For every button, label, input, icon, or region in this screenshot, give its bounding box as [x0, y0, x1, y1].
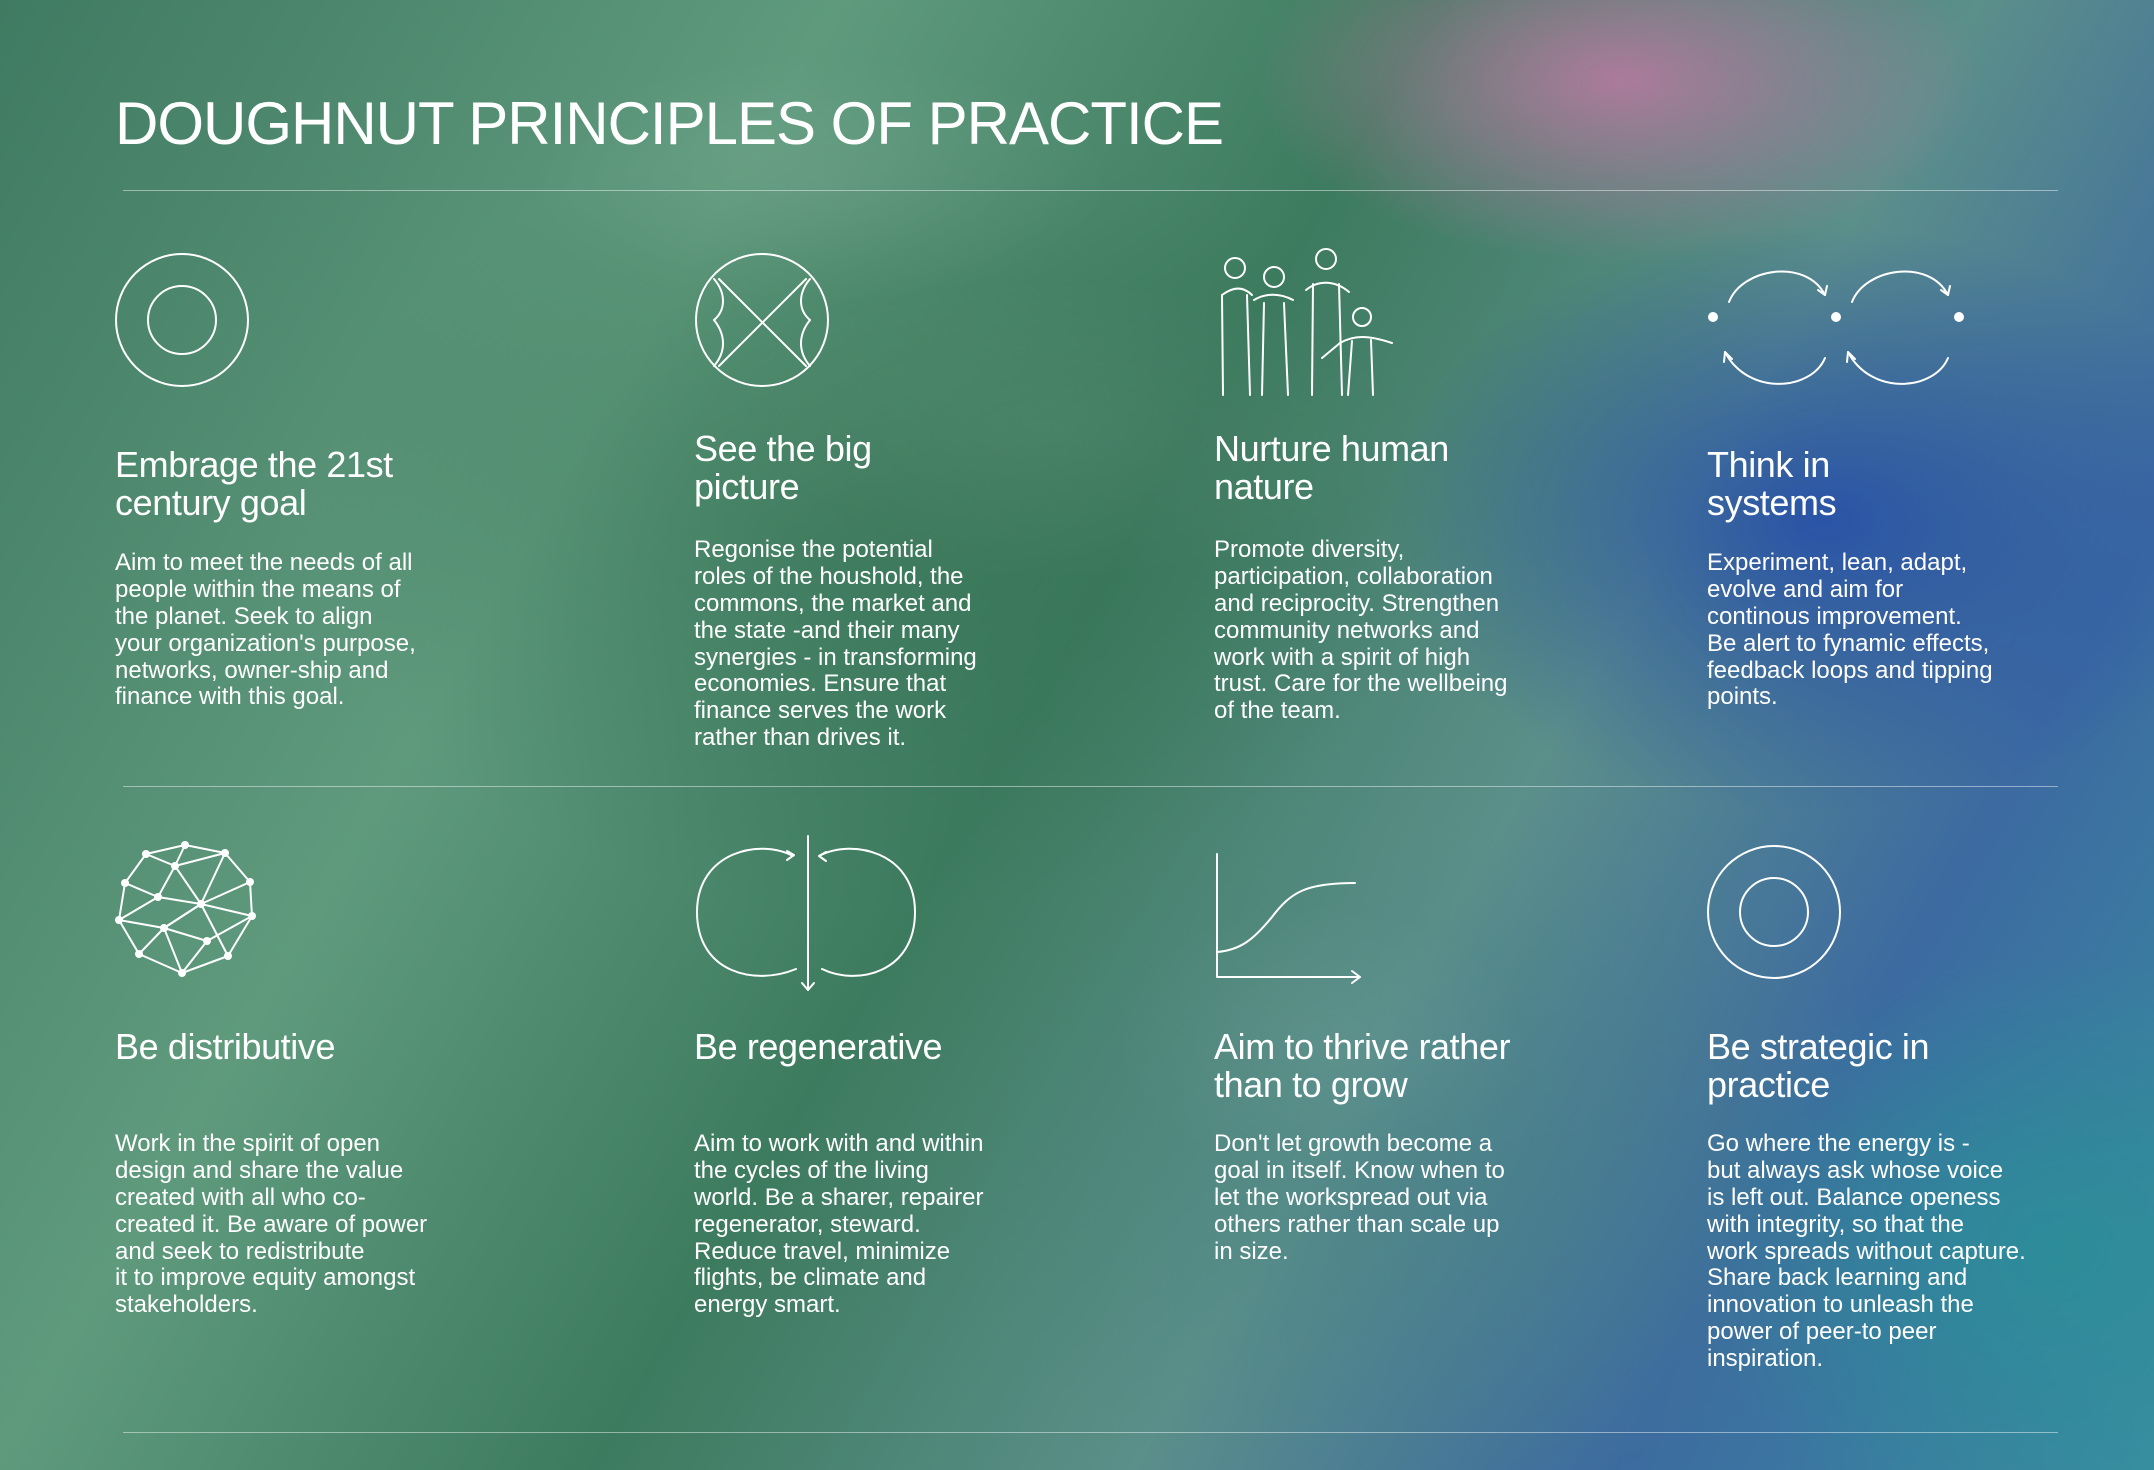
principle-body: Work in the spirit of open design and sh…: [115, 1130, 428, 1319]
strategic-doughnut-icon: [1707, 840, 1897, 990]
principle-heading: Be strategic in practice: [1707, 1026, 1930, 1105]
principle-heading: See the big picture: [694, 428, 872, 507]
principle-body: Go where the energy is - but always ask …: [1707, 1130, 2026, 1372]
page-title: DOUGHNUT PRINCIPLES OF PRACTICE: [115, 90, 1224, 157]
principle-body: Promote diversity, participation, collab…: [1214, 536, 1508, 725]
regenerative-cycle-icon: [694, 835, 944, 991]
principle-body: Don't let growth become a goal in itself…: [1214, 1130, 1505, 1265]
doughnut-icon: [115, 248, 305, 398]
top-divider: [123, 190, 2058, 191]
principle-body: Experiment, lean, adapt, evolve and aim …: [1707, 549, 1993, 711]
principle-heading: Embrage the 21st century goal: [115, 444, 393, 523]
people-icon: [1214, 248, 1434, 398]
principle-heading: Be distributive: [115, 1026, 336, 1067]
principle-heading: Nurture human nature: [1214, 428, 1449, 507]
principle-heading: Aim to thrive rather than to grow: [1214, 1026, 1511, 1105]
principle-heading: Think in systems: [1707, 444, 1837, 523]
principle-heading: Be regenerative: [694, 1026, 943, 1067]
principle-body: Aim to work with and within the cycles o…: [694, 1130, 984, 1319]
s-curve-icon: [1214, 850, 1434, 1000]
bottom-divider: [123, 1432, 2058, 1433]
principle-body: Regonise the potential roles of the hous…: [694, 536, 977, 752]
middle-divider: [123, 786, 2058, 787]
page: DOUGHNUT PRINCIPLES OF PRACTICE Embrage …: [0, 0, 2154, 1470]
principle-body: Aim to meet the needs of all people with…: [115, 549, 416, 711]
big-picture-icon: [694, 248, 944, 398]
network-icon: [115, 840, 305, 990]
systems-loops-icon: [1707, 248, 2007, 398]
